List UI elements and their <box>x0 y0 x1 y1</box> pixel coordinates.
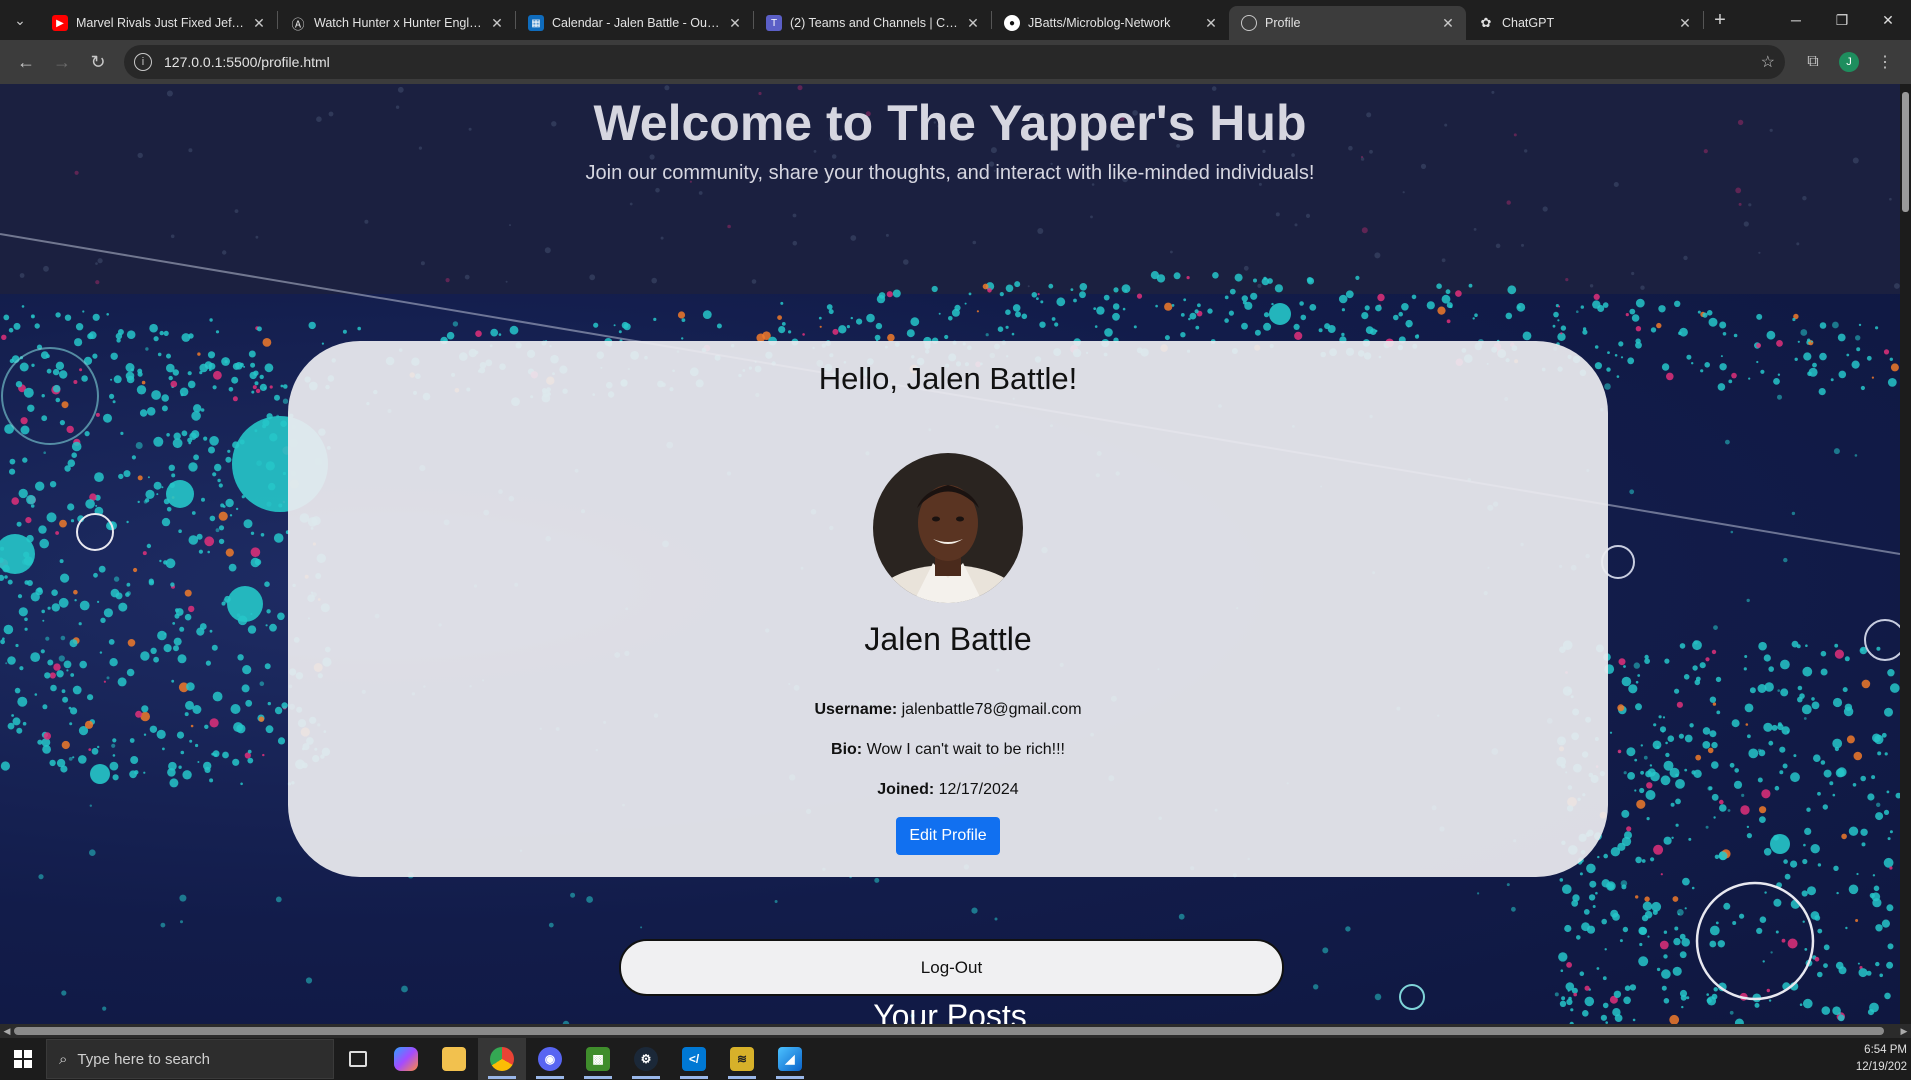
horizontal-scrollbar[interactable]: ◀ ▶ <box>0 1024 1911 1038</box>
back-arrow-icon[interactable]: ← <box>8 44 44 80</box>
tab-title: Watch Hunter x Hunter English <box>314 16 483 30</box>
vscode-icon[interactable]: </ <box>670 1038 718 1080</box>
photos-icon[interactable]: ◢ <box>766 1038 814 1080</box>
tab-profile[interactable]: Profile ✕ <box>1229 6 1466 40</box>
logout-button[interactable]: Log-Out <box>619 939 1284 996</box>
steam-icon[interactable]: ⚙ <box>622 1038 670 1080</box>
windows-taskbar: ⌕ Type here to search ◉ ▩ ⚙ </ ≋ ◢ 6:54 … <box>0 1038 1911 1080</box>
chatgpt-icon: ✿ <box>1480 15 1492 30</box>
restore-icon[interactable]: ❐ <box>1819 0 1865 40</box>
tab-outlook[interactable]: ▦ Calendar - Jalen Battle - Outloo ✕ <box>516 6 753 40</box>
clock-time: 6:54 PM <box>1864 1044 1907 1056</box>
username-row: Username: jalenbattle78@gmail.com <box>288 701 1608 719</box>
profile-avatar-wrap[interactable]: J <box>1831 44 1867 80</box>
vertical-scroll-thumb[interactable] <box>1902 92 1909 212</box>
globe-icon <box>1241 15 1257 31</box>
close-icon[interactable]: ✕ <box>1677 15 1693 32</box>
close-window-icon[interactable]: ✕ <box>1865 0 1911 40</box>
chrome-icon[interactable] <box>478 1038 526 1080</box>
tab-youtube[interactable]: ▶ Marvel Rivals Just Fixed Jeffs Ul ✕ <box>40 6 277 40</box>
page-subtitle: Join our community, share your thoughts,… <box>585 162 1315 184</box>
file-explorer-icon[interactable] <box>430 1038 478 1080</box>
system-clock[interactable]: 6:54 PM 12/19/202 <box>1856 1042 1911 1076</box>
clock-date: 12/19/202 <box>1855 1061 1907 1073</box>
site-info-icon[interactable]: i <box>134 53 152 71</box>
bio-row: Bio: Wow I can't wait to be rich!!! <box>288 741 1608 759</box>
minimize-icon[interactable]: ─ <box>1773 0 1819 40</box>
kebab-menu-icon[interactable]: ⋮ <box>1867 44 1903 80</box>
username-value: jalenbattle78@gmail.com <box>901 701 1082 718</box>
tab-title: ChatGPT <box>1502 16 1555 30</box>
tab-title: Profile <box>1265 16 1301 30</box>
tab-title: Marvel Rivals Just Fixed Jeffs Ul <box>76 16 245 30</box>
scroll-right-icon[interactable]: ▶ <box>1897 1024 1911 1038</box>
tab-title: (2) Teams and Channels | C4-Se <box>790 16 959 30</box>
teams-icon: T <box>766 15 782 31</box>
close-icon[interactable]: ✕ <box>965 15 981 32</box>
profile-photo <box>873 453 1023 603</box>
display-name: Jalen Battle <box>864 621 1032 657</box>
address-bar[interactable]: i 127.0.0.1:5500/profile.html ☆ <box>124 45 1785 79</box>
profile-avatar[interactable]: J <box>1839 52 1859 72</box>
tab-chatgpt[interactable]: ✿ ChatGPT ✕ <box>1466 6 1703 40</box>
extensions-icon[interactable]: ⧉ <box>1795 44 1831 80</box>
minecraft-icon[interactable]: ▩ <box>574 1038 622 1080</box>
close-icon[interactable]: ✕ <box>1440 15 1456 32</box>
window-controls: ─ ❐ ✕ <box>1773 0 1911 40</box>
outlook-icon: ▦ <box>528 15 544 31</box>
page-viewport: Welcome to The Yapper's Hub Join our com… <box>0 84 1911 1024</box>
crunchy-icon: Ⓐ <box>291 16 305 32</box>
close-icon[interactable]: ✕ <box>1203 15 1219 32</box>
search-icon: ⌕ <box>59 1050 68 1068</box>
forward-arrow-icon[interactable]: → <box>44 44 80 80</box>
greeting: Hello, Jalen Battle! <box>818 361 1078 396</box>
tab-title: Calendar - Jalen Battle - Outloo <box>552 16 721 30</box>
tab-title: JBatts/Microblog-Network <box>1028 16 1171 30</box>
vertical-scrollbar[interactable] <box>1900 84 1911 1024</box>
browser-toolbar: ← → ↻ i 127.0.0.1:5500/profile.html ☆ ⧉ … <box>0 40 1911 84</box>
joined-label: Joined: <box>877 781 935 798</box>
scroll-left-icon[interactable]: ◀ <box>0 1024 14 1038</box>
close-icon[interactable]: ✕ <box>489 15 505 32</box>
copilot-icon[interactable] <box>382 1038 430 1080</box>
bio-label: Bio: <box>831 741 863 758</box>
browser-tab-strip: ⌄ ▶ Marvel Rivals Just Fixed Jeffs Ul ✕ … <box>0 0 1911 40</box>
new-tab-button[interactable]: + <box>1704 0 1736 40</box>
taskbar-search[interactable]: ⌕ Type here to search <box>46 1039 334 1079</box>
tab-teams[interactable]: T (2) Teams and Channels | C4-Se ✕ <box>754 6 991 40</box>
reload-icon[interactable]: ↻ <box>80 44 116 80</box>
posts-heading: Your Posts <box>873 998 1027 1024</box>
youtube-icon: ▶ <box>52 15 68 31</box>
edit-profile-button[interactable]: Edit Profile <box>896 817 1000 855</box>
task-view-icon[interactable] <box>334 1038 382 1080</box>
taskbar-search-placeholder: Type here to search <box>77 1050 210 1068</box>
tab-search-chevron-icon[interactable]: ⌄ <box>0 0 40 40</box>
profile-card: Hello, Jalen Battle! Jalen Battle Userna… <box>288 341 1608 877</box>
url-text: 127.0.0.1:5500/profile.html <box>164 54 330 70</box>
username-label: Username: <box>814 701 898 718</box>
discord-icon[interactable]: ◉ <box>526 1038 574 1080</box>
close-icon[interactable]: ✕ <box>251 15 267 32</box>
joined-row: Joined: 12/17/2024 <box>288 781 1608 799</box>
page-title: Welcome to The Yapper's Hub <box>593 95 1307 151</box>
windows-start-icon[interactable] <box>0 1038 46 1080</box>
close-icon[interactable]: ✕ <box>727 15 743 32</box>
app-icon[interactable]: ≋ <box>718 1038 766 1080</box>
bio-value: Wow I can't wait to be rich!!! <box>866 741 1065 758</box>
joined-value: 12/17/2024 <box>938 781 1019 798</box>
horizontal-scroll-thumb[interactable] <box>14 1027 1884 1035</box>
bookmark-star-icon[interactable]: ☆ <box>1761 52 1775 72</box>
tab-github[interactable]: ● JBatts/Microblog-Network ✕ <box>992 6 1229 40</box>
tab-hunter[interactable]: Ⓐ Watch Hunter x Hunter English ✕ <box>278 6 515 40</box>
github-icon: ● <box>1004 15 1020 31</box>
